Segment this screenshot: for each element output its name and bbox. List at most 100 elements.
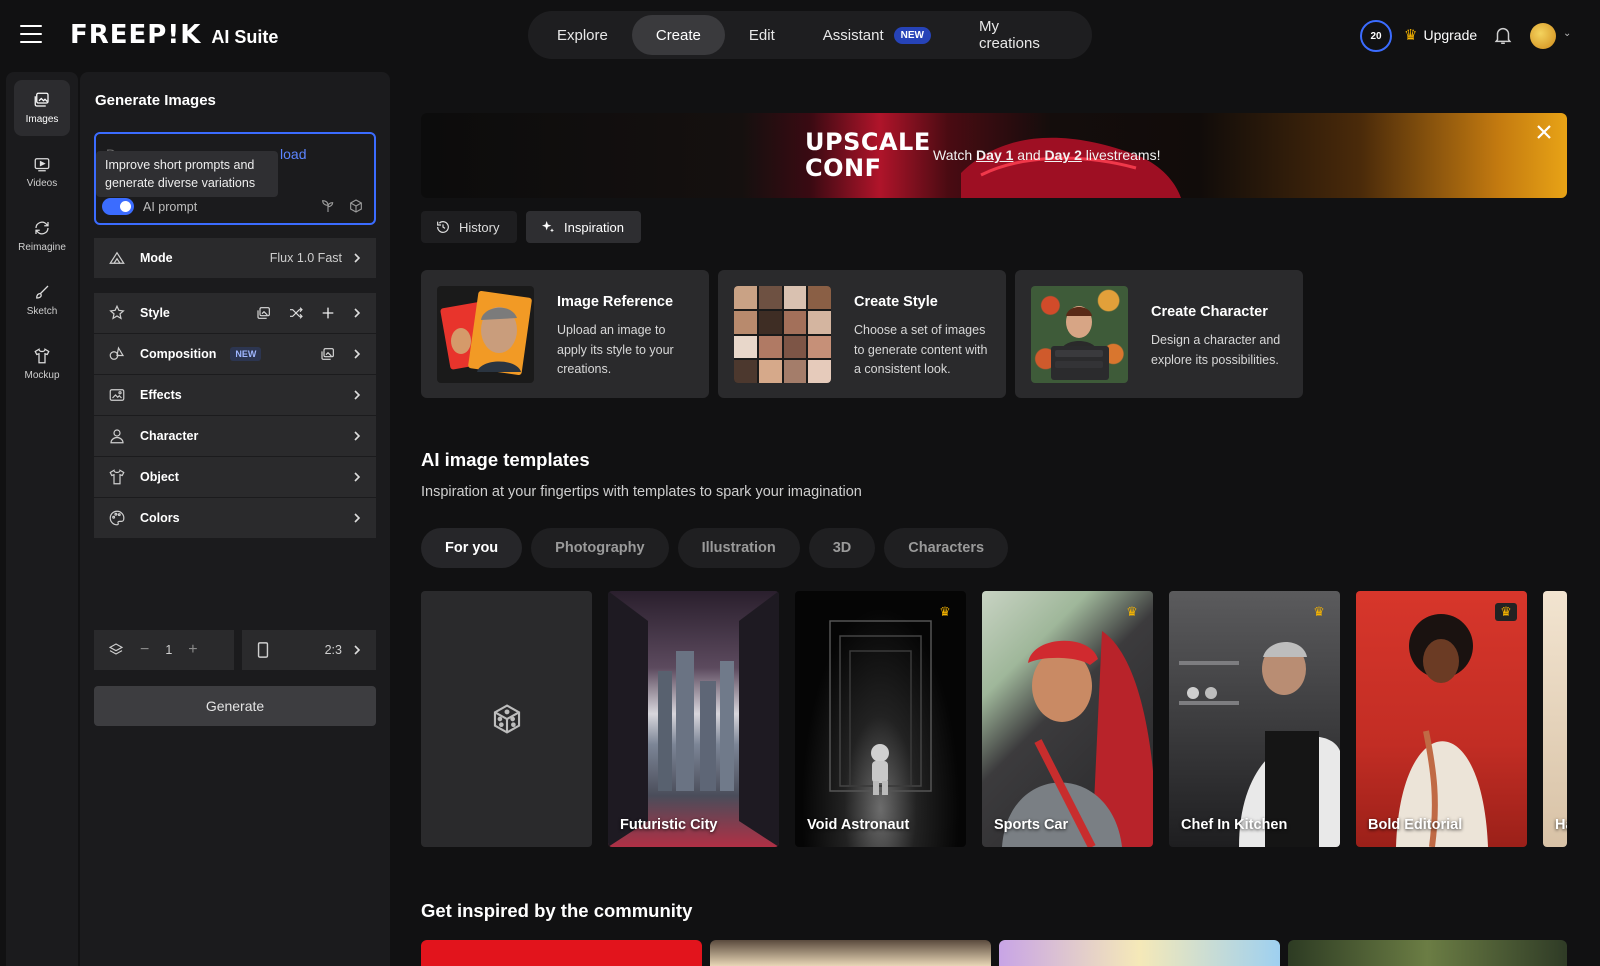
template-card[interactable]: ♛ Sports Car <box>982 591 1153 847</box>
object-icon <box>109 469 125 485</box>
image-reference-icon[interactable] <box>320 346 336 362</box>
chevron-right-icon <box>354 645 361 655</box>
nav-assistant[interactable]: Assistant NEW <box>799 15 955 55</box>
portrait-icon <box>257 642 269 658</box>
rail-item-videos[interactable]: Videos <box>14 144 70 200</box>
plus-icon[interactable] <box>320 305 336 321</box>
rail-item-images[interactable]: Images <box>14 80 70 136</box>
ai-prompt-tooltip: Improve short prompts and generate diver… <box>96 151 278 197</box>
sparkles-icon <box>542 221 554 233</box>
day2-link[interactable]: Day 2 <box>1045 147 1082 163</box>
filter-photography[interactable]: Photography <box>531 528 669 568</box>
template-name: Void Astronaut <box>807 817 910 833</box>
menu-icon[interactable] <box>20 25 42 43</box>
template-name: Ha <box>1555 817 1567 833</box>
credits-counter[interactable]: 20 <box>1360 20 1392 52</box>
template-card[interactable]: Ha <box>1543 591 1567 847</box>
upscale-conf-banner[interactable]: UPSCALE CONF Watch Day 1 and Day 2 lives… <box>421 113 1567 198</box>
chevron-right-icon <box>354 349 361 359</box>
effects-option[interactable]: Effects <box>94 375 376 415</box>
image-reference-thumbnail <box>437 286 534 383</box>
style-label: Style <box>140 306 170 320</box>
rail-label: Images <box>25 114 59 125</box>
filter-3d[interactable]: 3D <box>808 528 876 568</box>
random-template-card[interactable] <box>421 591 592 847</box>
upgrade-label: Upgrade <box>1423 27 1478 43</box>
nav-my-creations[interactable]: My creations <box>955 15 1087 55</box>
aspect-ratio-value: 2:3 <box>324 643 342 657</box>
upgrade-button[interactable]: ♛ Upgrade <box>1404 26 1477 44</box>
sports-car-art <box>1002 631 1153 847</box>
style-tile <box>758 335 782 359</box>
chevron-right-icon <box>354 431 361 441</box>
style-option[interactable]: Style <box>94 293 376 333</box>
tab-inspiration[interactable]: Inspiration <box>526 211 641 243</box>
decrement-button[interactable]: − <box>140 641 149 659</box>
day1-link[interactable]: Day 1 <box>976 147 1013 163</box>
card-create-character[interactable]: Create Character Design a character and … <box>1015 270 1303 398</box>
filter-illustration[interactable]: Illustration <box>677 528 800 568</box>
image-count-stepper: − 1 + <box>94 630 234 670</box>
aspect-ratio-select[interactable]: 2:3 <box>242 630 376 670</box>
template-card[interactable]: ♛ Chef In Kitchen <box>1169 591 1340 847</box>
chevron-right-icon <box>354 390 361 400</box>
brand-logo[interactable]: FREEP!K <box>70 20 201 50</box>
cube-icon[interactable] <box>348 198 364 214</box>
images-icon <box>34 92 49 107</box>
shuffle-icon[interactable] <box>288 305 304 321</box>
community-image[interactable] <box>421 940 702 966</box>
rail-label: Reimagine <box>18 242 66 253</box>
composition-option[interactable]: Composition NEW <box>94 334 376 374</box>
chevron-down-icon[interactable]: ⌄ <box>1563 28 1571 39</box>
image-reference-icon[interactable] <box>256 305 272 321</box>
colors-option[interactable]: Colors <box>94 498 376 538</box>
upload-link[interactable]: load <box>280 146 306 162</box>
increment-button[interactable]: + <box>188 641 197 659</box>
style-tile <box>783 286 807 309</box>
nav-my-creations-label: My creations <box>978 18 1040 52</box>
filter-characters[interactable]: Characters <box>884 528 1009 568</box>
template-card[interactable]: ♛ Void Astronaut <box>795 591 966 847</box>
card-image-reference[interactable]: Image Reference Upload an image to apply… <box>421 270 709 398</box>
filter-for-you[interactable]: For you <box>421 528 523 568</box>
card-create-style[interactable]: Create Style Choose a set of images to g… <box>718 270 1006 398</box>
composition-icon <box>109 346 125 360</box>
style-tile <box>808 310 831 334</box>
chevron-right-icon <box>354 253 361 263</box>
avatar[interactable] <box>1530 23 1556 49</box>
nav-edit[interactable]: Edit <box>725 15 799 55</box>
nav-explore-label: Explore <box>557 26 608 44</box>
rail-item-sketch[interactable]: Sketch <box>14 272 70 328</box>
create-character-thumbnail <box>1031 286 1128 383</box>
template-card[interactable]: Futuristic City <box>608 591 779 847</box>
ai-prompt-toggle[interactable] <box>102 198 134 215</box>
style-tile <box>734 360 757 383</box>
premium-crown-icon: ♛ <box>1495 603 1517 621</box>
template-card[interactable]: ♛ Bold Editorial <box>1356 591 1527 847</box>
character-option[interactable]: Character <box>94 416 376 456</box>
nav-create[interactable]: Create <box>631 15 725 55</box>
card-title: Create Character <box>1151 304 1268 320</box>
premium-crown-icon: ♛ <box>939 604 951 619</box>
rail-item-mockup[interactable]: Mockup <box>14 336 70 392</box>
nav-explore[interactable]: Explore <box>533 15 632 55</box>
mode-select[interactable]: Mode Flux 1.0 Fast <box>94 238 376 278</box>
shirt-icon <box>34 348 50 364</box>
generate-button[interactable]: Generate <box>94 686 376 726</box>
style-tile <box>758 360 782 383</box>
tab-history[interactable]: History <box>421 211 517 243</box>
seedling-icon[interactable] <box>320 198 336 214</box>
community-title: Get inspired by the community <box>421 900 693 921</box>
community-image[interactable] <box>1288 940 1567 966</box>
object-option[interactable]: Object <box>94 457 376 497</box>
brush-icon <box>36 285 49 299</box>
brand[interactable]: FREEP!K AI Suite <box>70 20 278 50</box>
bell-icon[interactable] <box>1492 24 1514 46</box>
community-image[interactable] <box>999 940 1280 966</box>
community-image[interactable] <box>710 940 991 966</box>
templates-subtitle: Inspiration at your fingertips with temp… <box>421 484 862 500</box>
close-icon[interactable] <box>1535 123 1553 141</box>
colors-label: Colors <box>140 511 180 525</box>
rail-item-reimagine[interactable]: Reimagine <box>14 208 70 264</box>
tool-rail: Images Videos Reimagine Sketch Mockup <box>6 72 78 966</box>
